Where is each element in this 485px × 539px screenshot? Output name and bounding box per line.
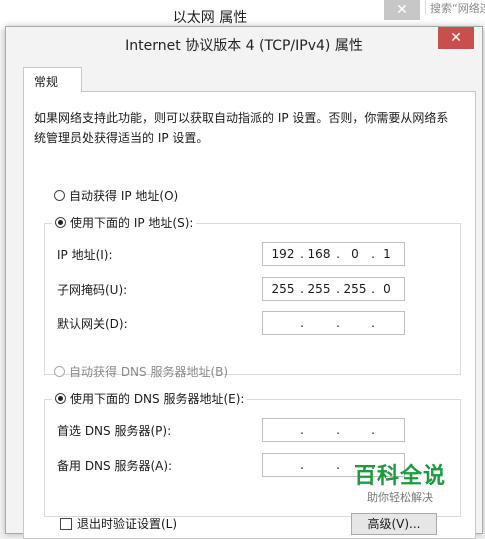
- ip-manual-radio[interactable]: [55, 217, 66, 228]
- dns-manual-label: 使用下面的 DNS 服务器地址(E):: [70, 392, 245, 406]
- gateway-field[interactable]: . . .: [262, 311, 405, 335]
- ip-dot: .: [300, 458, 304, 472]
- ip-dot: .: [336, 316, 340, 330]
- ip-dot: .: [300, 316, 304, 330]
- ip-dot: .: [336, 423, 340, 437]
- ip-dot: .: [371, 316, 375, 330]
- ip-dot: .: [371, 423, 375, 437]
- ip-dot: .: [336, 458, 340, 472]
- dns-auto-option: 自动获得 DNS 服务器地址(B): [54, 363, 228, 380]
- subnet-octet-3: 255: [343, 282, 367, 296]
- ip-address-label: IP 地址(I):: [57, 248, 113, 262]
- ip-address-octet-3: 0: [351, 247, 359, 261]
- dialog-close-button[interactable]: ✕: [438, 27, 474, 49]
- ip-auto-radio[interactable]: [54, 190, 65, 201]
- validate-on-exit-label: 退出时验证设置(L): [77, 517, 178, 531]
- subnet-mask-field[interactable]: 255 . 255 . 255 . 0: [262, 277, 405, 301]
- ip-address-octet-4: 1: [383, 247, 391, 261]
- tab-general[interactable]: 常规: [23, 67, 82, 92]
- ip-auto-label: 自动获得 IP 地址(O): [69, 189, 179, 203]
- dns-auto-radio: [54, 366, 65, 377]
- dns-preferred-field[interactable]: . . .: [262, 418, 405, 442]
- dns-manual-radio[interactable]: [55, 393, 66, 404]
- description-text: 如果网络支持此功能，则可以获取自动指派的 IP 设置。否则，你需要从网络系统管理…: [34, 111, 449, 145]
- background-search-box[interactable]: 搜索“网络连: [425, 0, 485, 14]
- watermark-logo: 百科全说 助你轻松解决: [352, 458, 448, 505]
- watermark-sub-text: 助你轻松解决: [367, 491, 433, 504]
- ip-manual-label: 使用下面的 IP 地址(S):: [70, 216, 194, 230]
- validate-on-exit-option[interactable]: 退出时验证设置(L): [60, 515, 177, 532]
- dialog-title: Internet 协议版本 4 (TCP/IPv4) 属性: [125, 38, 363, 54]
- subnet-octet-4: 0: [383, 282, 391, 296]
- ip-auto-option[interactable]: 自动获得 IP 地址(O): [54, 187, 178, 204]
- ip-dot: .: [300, 423, 304, 437]
- subnet-octet-1: 255: [271, 282, 295, 296]
- ip-manual-option[interactable]: 使用下面的 IP 地址(S):: [52, 214, 197, 231]
- subnet-octet-2: 255: [307, 282, 331, 296]
- background-close-button[interactable]: ✕: [384, 0, 420, 20]
- watermark-main-text: 百科全说: [353, 464, 446, 489]
- ip-address-octet-1: 192: [271, 247, 295, 261]
- ip-address-field[interactable]: 192 . 168 . 0 . 1: [262, 242, 405, 266]
- dns-alternate-label: 备用 DNS 服务器(A):: [57, 459, 173, 473]
- dns-auto-label: 自动获得 DNS 服务器地址(B): [69, 365, 229, 379]
- background-window-title: 以太网 属性: [172, 10, 248, 26]
- subnet-mask-label: 子网掩码(U):: [57, 283, 128, 297]
- tab-general-label: 常规: [34, 75, 59, 89]
- dns-preferred-label: 首选 DNS 服务器(P):: [57, 424, 172, 438]
- dns-manual-option[interactable]: 使用下面的 DNS 服务器地址(E):: [52, 390, 248, 407]
- validate-on-exit-checkbox[interactable]: [60, 517, 72, 530]
- ip-address-octet-2: 168: [307, 247, 331, 261]
- gateway-label: 默认网关(D):: [57, 317, 128, 331]
